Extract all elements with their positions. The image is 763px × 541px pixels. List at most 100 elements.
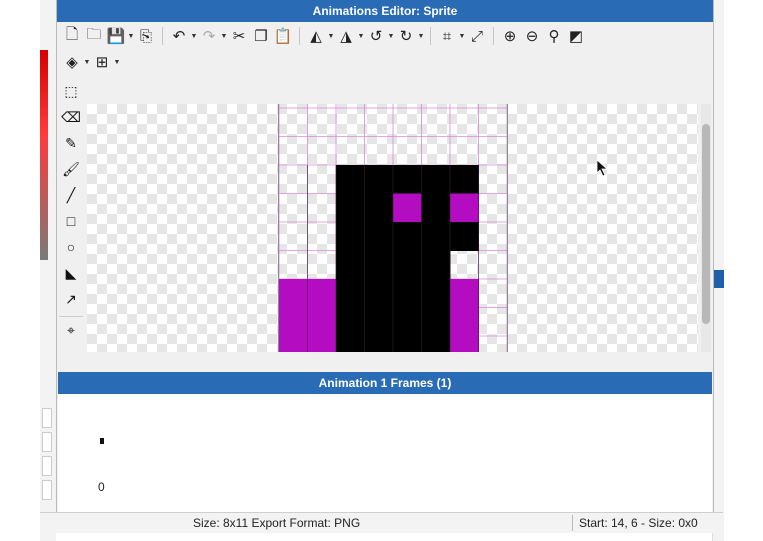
status-divider — [572, 515, 573, 531]
sprite-pixel[interactable] — [421, 193, 451, 223]
line-icon[interactable]: ╱ — [59, 182, 83, 208]
animations-editor-window: Animations Editor: Sprite 🗋 🗀 💾 ▼ ⎘ ↶ ▼ … — [56, 0, 714, 512]
flip-vertical-icon[interactable]: ◮ — [335, 25, 357, 47]
sprite-pixel-grid[interactable] — [279, 104, 507, 352]
sprite-pixel[interactable] — [336, 222, 365, 251]
sprite-canvas[interactable] — [87, 104, 698, 352]
sprite-pixel[interactable] — [450, 193, 479, 223]
sprite-pixel[interactable] — [450, 222, 479, 251]
paste-icon[interactable]: 📋 — [272, 25, 294, 47]
rotate-left-icon[interactable]: ↺ — [365, 25, 387, 47]
rotate-right-dropdown-icon[interactable]: ▼ — [417, 33, 425, 40]
sprite-pixel[interactable] — [279, 336, 308, 352]
sprite-pixel[interactable] — [421, 307, 451, 337]
toggle-background-icon[interactable]: ◩ — [565, 25, 587, 47]
frames-panel: 0 — [58, 394, 712, 512]
undo-icon[interactable]: ↶ — [168, 25, 190, 47]
sprite-pixel[interactable] — [393, 250, 422, 280]
copy-icon[interactable]: ❐ — [250, 25, 272, 47]
toolbar-divider — [493, 27, 494, 45]
rotate-right-icon[interactable]: ↻ — [395, 25, 417, 47]
sprite-pixel[interactable] — [336, 193, 365, 223]
undo-dropdown-icon[interactable]: ▼ — [190, 33, 198, 40]
crop-dropdown-icon[interactable]: ▼ — [458, 33, 466, 40]
sprite-pixel[interactable] — [279, 279, 308, 308]
sprite-pixel[interactable] — [364, 307, 394, 337]
secondary-toolbar: ◈ ▼ ⊞ ▼ — [61, 50, 121, 74]
sprite-pixel[interactable] — [364, 222, 394, 251]
sprite-pixel[interactable] — [307, 279, 337, 308]
sprite-pixel[interactable] — [336, 250, 365, 280]
sprite-pixel[interactable] — [364, 279, 394, 308]
sprite-pixel[interactable] — [307, 307, 337, 337]
sprite-pixel[interactable] — [421, 165, 451, 194]
sprite-pixel[interactable] — [421, 336, 451, 352]
resize-icon[interactable]: ⤢ — [466, 25, 488, 47]
layers-icon[interactable]: ◈ — [61, 51, 83, 73]
crop-icon[interactable]: ⌗ — [436, 25, 458, 47]
grid-icon[interactable]: ⊞ — [91, 51, 113, 73]
sprite-pixel[interactable] — [450, 307, 479, 337]
grid-dropdown-icon[interactable]: ▼ — [113, 59, 121, 66]
canvas-vertical-scrollbar[interactable] — [701, 104, 711, 352]
sprite-pixel[interactable] — [307, 336, 337, 352]
drawing-tools-panel: ⬚ ⌫ ✎ 🖌 ╱ □ ○ ◣ ↗ ⌖ — [59, 78, 83, 343]
sprite-pixel[interactable] — [279, 307, 308, 337]
background-field — [42, 432, 52, 452]
sprite-pixel[interactable] — [450, 336, 479, 352]
zoom-out-icon[interactable]: ⊖ — [521, 25, 543, 47]
cut-icon[interactable]: ✂ — [228, 25, 250, 47]
sprite-pixel[interactable] — [393, 222, 422, 251]
flip-vertical-dropdown-icon[interactable]: ▼ — [357, 33, 365, 40]
sprite-pixel[interactable] — [364, 165, 394, 194]
export-icon[interactable]: ⎘ — [135, 25, 157, 47]
zoom-in-icon[interactable]: ⊕ — [499, 25, 521, 47]
background-window-left — [40, 0, 56, 541]
sprite-pixel[interactable] — [364, 193, 394, 223]
sprite-pixel[interactable] — [364, 336, 394, 352]
sprite-pixel[interactable] — [421, 222, 451, 251]
zoom-fit-icon[interactable]: ⚲ — [543, 25, 565, 47]
sprite-pixel[interactable] — [336, 165, 365, 194]
main-toolbar: 🗋 🗀 💾 ▼ ⎘ ↶ ▼ ↷ ▼ ✂ ❐ 📋 ◭ ▼ ◮ ▼ ↺ ▼ ↻ ▼ … — [61, 24, 709, 48]
new-file-icon[interactable]: 🗋 — [61, 25, 83, 47]
rectangle-icon[interactable]: □ — [59, 208, 83, 234]
frame-thumbnail[interactable] — [100, 438, 104, 444]
sprite-pixel[interactable] — [393, 279, 422, 308]
save-icon[interactable]: 💾 — [105, 25, 127, 47]
sprite-pixel[interactable] — [336, 336, 365, 352]
eraser-icon[interactable]: ⌫ — [59, 104, 83, 130]
brush-icon[interactable]: 🖌 — [59, 156, 83, 182]
pencil-icon[interactable]: ✎ — [59, 130, 83, 156]
sprite-pixel[interactable] — [393, 336, 422, 352]
paint-bucket-icon[interactable]: ◣ — [59, 260, 83, 286]
save-dropdown-icon[interactable]: ▼ — [127, 33, 135, 40]
sprite-pixel[interactable] — [421, 250, 451, 280]
background-field — [42, 480, 52, 500]
window-title: Animations Editor: Sprite — [57, 0, 713, 22]
redo-icon[interactable]: ↷ — [198, 25, 220, 47]
sprite-pixel[interactable] — [364, 250, 394, 280]
open-folder-icon[interactable]: 🗀 — [83, 25, 105, 47]
flip-horizontal-icon[interactable]: ◭ — [305, 25, 327, 47]
toolbar-divider — [299, 27, 300, 45]
sprite-pixel[interactable] — [421, 279, 451, 308]
eyedropper-icon[interactable]: ↗ — [59, 286, 83, 312]
rotate-left-dropdown-icon[interactable]: ▼ — [387, 33, 395, 40]
sprite-pixel[interactable] — [393, 193, 422, 223]
redo-dropdown-icon[interactable]: ▼ — [220, 33, 228, 40]
background-field — [42, 408, 52, 428]
sprite-pixel[interactable] — [450, 165, 479, 194]
sprite-pixel[interactable] — [393, 165, 422, 194]
flip-horizontal-dropdown-icon[interactable]: ▼ — [327, 33, 335, 40]
sprite-pixel[interactable] — [450, 279, 479, 308]
origin-icon[interactable]: ⌖ — [59, 316, 83, 343]
sprite-pixel[interactable] — [336, 279, 365, 308]
marquee-select-icon[interactable]: ⬚ — [59, 78, 83, 104]
sprite-pixel[interactable] — [393, 307, 422, 337]
scrollbar-thumb[interactable] — [702, 124, 710, 324]
ellipse-icon[interactable]: ○ — [59, 234, 83, 260]
layers-dropdown-icon[interactable]: ▼ — [83, 59, 91, 66]
status-size-format: Size: 8x11 Export Format: PNG — [193, 516, 361, 530]
sprite-pixel[interactable] — [336, 307, 365, 337]
